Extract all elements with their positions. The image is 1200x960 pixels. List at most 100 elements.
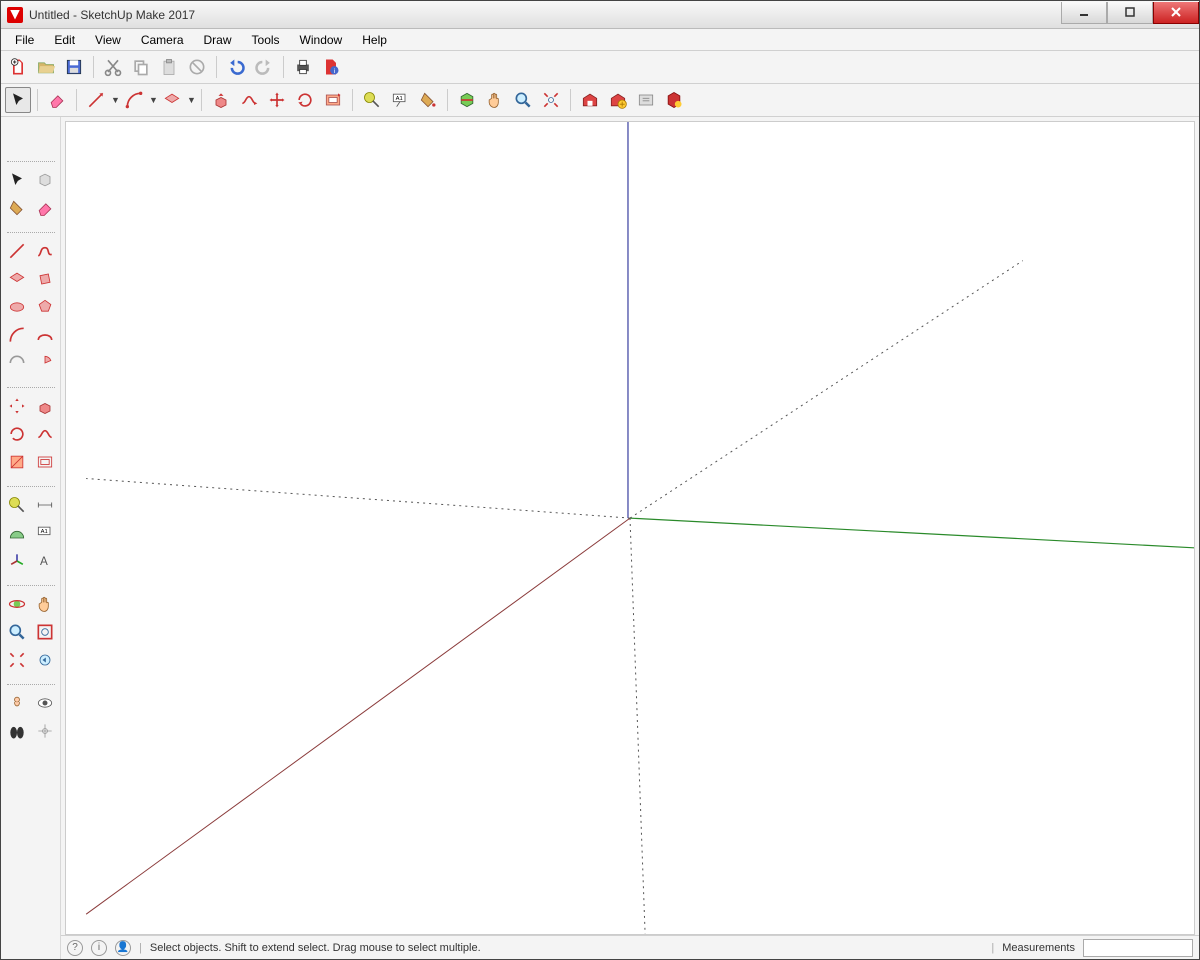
menu-window[interactable]: Window <box>290 31 353 49</box>
line-tool-icon[interactable] <box>83 87 109 113</box>
cut-icon[interactable] <box>100 54 126 80</box>
content-area: A1 A <box>1 117 1199 959</box>
rectangle-tool-icon[interactable] <box>159 87 185 113</box>
side-eraser-icon[interactable] <box>32 195 58 221</box>
side-push-pull-icon[interactable] <box>32 393 58 419</box>
window-title: Untitled - SketchUp Make 2017 <box>29 8 195 22</box>
side-pan-icon[interactable] <box>32 591 58 617</box>
side-3pt-arc-icon[interactable] <box>4 350 30 376</box>
share-model-icon[interactable] <box>633 87 659 113</box>
open-file-icon[interactable] <box>33 54 59 80</box>
side-previous-icon[interactable] <box>32 647 58 673</box>
select-tool-icon[interactable] <box>5 87 31 113</box>
side-rotate-icon[interactable] <box>4 421 30 447</box>
side-3d-text-icon[interactable]: A <box>32 548 58 574</box>
new-file-icon[interactable] <box>5 54 31 80</box>
section-plane-icon[interactable] <box>454 87 480 113</box>
side-protractor-icon[interactable] <box>4 520 30 546</box>
side-look-around-icon[interactable] <box>32 690 58 716</box>
copy-icon[interactable] <box>128 54 154 80</box>
side-zoom-window-icon[interactable] <box>32 619 58 645</box>
side-polygon-icon[interactable] <box>32 294 58 320</box>
model-info-icon[interactable]: i <box>318 54 344 80</box>
side-zoom-icon[interactable] <box>4 619 30 645</box>
info-icon[interactable]: i <box>91 940 107 956</box>
side-make-component-icon[interactable] <box>32 167 58 193</box>
arc-tool-icon[interactable] <box>121 87 147 113</box>
side-select-icon[interactable] <box>4 167 30 193</box>
zoom-extents-icon[interactable] <box>538 87 564 113</box>
shape-dropdown-icon[interactable]: ▼ <box>187 95 195 105</box>
rotate-tool-icon[interactable] <box>292 87 318 113</box>
side-orbit-icon[interactable] <box>4 591 30 617</box>
follow-me-icon[interactable] <box>236 87 262 113</box>
large-toolset-toolbar: ▼ ▼ ▼ A1 <box>1 84 1199 117</box>
menu-camera[interactable]: Camera <box>131 31 194 49</box>
3d-warehouse-icon[interactable] <box>577 87 603 113</box>
side-line-icon[interactable] <box>4 238 30 264</box>
menu-draw[interactable]: Draw <box>194 31 242 49</box>
svg-text:A1: A1 <box>40 529 47 535</box>
push-pull-icon[interactable] <box>208 87 234 113</box>
maximize-button[interactable] <box>1107 2 1153 24</box>
arc-dropdown-icon[interactable]: ▼ <box>149 95 157 105</box>
window-buttons <box>1061 2 1199 24</box>
delete-icon[interactable] <box>184 54 210 80</box>
side-axes-icon[interactable] <box>4 548 30 574</box>
side-position-camera-icon[interactable] <box>4 690 30 716</box>
measurements-label: Measurements <box>1002 942 1075 954</box>
add-location-icon[interactable] <box>605 87 631 113</box>
side-freehand-icon[interactable] <box>32 238 58 264</box>
svg-text:A: A <box>40 555 48 568</box>
measurements-input[interactable] <box>1083 939 1193 957</box>
line-dropdown-icon[interactable]: ▼ <box>111 95 119 105</box>
move-tool-icon[interactable] <box>264 87 290 113</box>
tape-measure-icon[interactable] <box>359 87 385 113</box>
side-follow-me-icon[interactable] <box>32 421 58 447</box>
standard-toolbar: i <box>1 51 1199 84</box>
text-tool-icon[interactable]: A1 <box>387 87 413 113</box>
help-icon[interactable]: ? <box>67 940 83 956</box>
side-scale-icon[interactable] <box>4 449 30 475</box>
close-button[interactable] <box>1153 2 1199 24</box>
status-hint: Select objects. Shift to extend select. … <box>150 942 481 954</box>
side-offset-icon[interactable] <box>32 449 58 475</box>
side-circle-icon[interactable] <box>4 294 30 320</box>
side-toolbar: A1 A <box>1 117 61 959</box>
minimize-button[interactable] <box>1061 2 1107 24</box>
paint-bucket-icon[interactable] <box>415 87 441 113</box>
menu-file[interactable]: File <box>5 31 44 49</box>
zoom-tool-icon[interactable] <box>510 87 536 113</box>
offset-tool-icon[interactable] <box>320 87 346 113</box>
side-text-icon[interactable]: A1 <box>32 520 58 546</box>
menu-view[interactable]: View <box>85 31 131 49</box>
side-arc-icon[interactable] <box>4 322 30 348</box>
svg-text:A1: A1 <box>396 96 403 102</box>
side-2pt-arc-icon[interactable] <box>32 322 58 348</box>
menu-edit[interactable]: Edit <box>44 31 85 49</box>
user-icon[interactable]: 👤 <box>115 940 131 956</box>
menu-help[interactable]: Help <box>352 31 397 49</box>
paste-icon[interactable] <box>156 54 182 80</box>
save-file-icon[interactable] <box>61 54 87 80</box>
side-walk-icon[interactable] <box>4 718 30 744</box>
eraser-icon[interactable] <box>44 87 70 113</box>
side-paint-bucket-icon[interactable] <box>4 195 30 221</box>
pan-tool-icon[interactable] <box>482 87 508 113</box>
side-rotated-rect-icon[interactable] <box>32 266 58 292</box>
side-move-icon[interactable] <box>4 393 30 419</box>
side-pie-icon[interactable] <box>32 350 58 376</box>
side-dimension-icon[interactable] <box>32 492 58 518</box>
titlebar: Untitled - SketchUp Make 2017 <box>1 1 1199 29</box>
extension-warehouse-icon[interactable] <box>661 87 687 113</box>
print-icon[interactable] <box>290 54 316 80</box>
app-window: Untitled - SketchUp Make 2017 File Edit … <box>0 0 1200 960</box>
menu-tools[interactable]: Tools <box>242 31 290 49</box>
undo-icon[interactable] <box>223 54 249 80</box>
side-zoom-extents-icon[interactable] <box>4 647 30 673</box>
side-tape-measure-icon[interactable] <box>4 492 30 518</box>
side-section-icon[interactable] <box>32 718 58 744</box>
redo-icon[interactable] <box>251 54 277 80</box>
3d-viewport[interactable] <box>65 121 1195 935</box>
side-rectangle-icon[interactable] <box>4 266 30 292</box>
